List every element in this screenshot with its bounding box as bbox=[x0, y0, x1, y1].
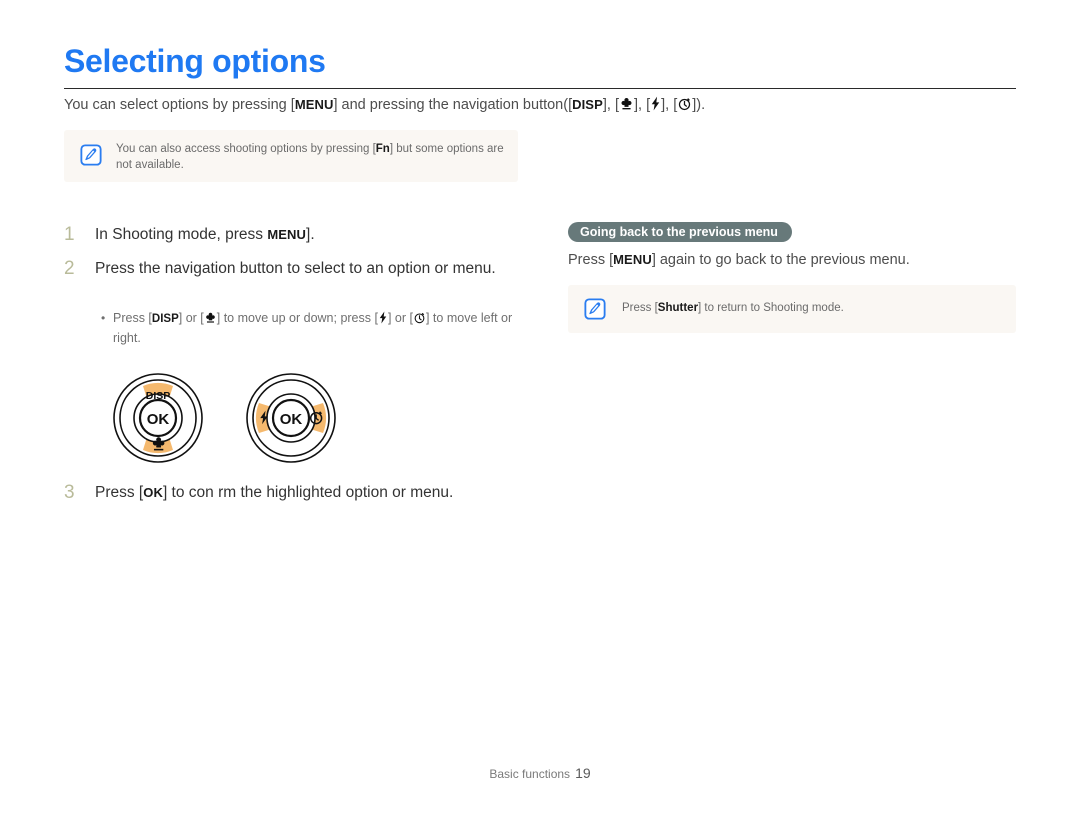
macro-flower-icon bbox=[204, 311, 217, 324]
svg-text:DISP: DISP bbox=[146, 390, 171, 402]
page-footer: Basic functions 19 bbox=[0, 765, 1080, 781]
intro-text-6: ]). bbox=[692, 97, 706, 113]
manual-page: Selecting options You can select options… bbox=[0, 0, 1080, 815]
timer-icon bbox=[677, 96, 692, 111]
right-text-2: ] again to go back to the previous menu. bbox=[651, 252, 910, 268]
intro-text-4: ], [ bbox=[633, 97, 651, 113]
fn-key-label: Fn bbox=[375, 143, 390, 155]
ok-key-label: OK bbox=[143, 485, 163, 500]
flash-icon bbox=[378, 311, 388, 324]
bullet-text-1: Press [ bbox=[113, 311, 152, 325]
step-2-text: Press the navigation button to select to… bbox=[95, 260, 496, 277]
macro-flower-icon bbox=[619, 96, 634, 111]
note2-text-2: ] to return to Shooting mode. bbox=[698, 302, 844, 314]
bullet-text-4: ] or [ bbox=[387, 311, 413, 325]
note-pen-icon bbox=[80, 144, 102, 166]
menu-key-label: MENU bbox=[267, 227, 307, 242]
intro-text-5: ], [ bbox=[661, 97, 678, 113]
horizontal-navigation-dial: OK bbox=[245, 372, 337, 464]
section-pill-going-back: Going back to the previous menu bbox=[568, 222, 792, 242]
step-2-number: 2 bbox=[64, 258, 75, 279]
vertical-navigation-dial: OK DISP bbox=[112, 372, 204, 464]
step-1-text: In Shooting mode, press MENU]. bbox=[95, 222, 525, 248]
disp-key-label: DISP bbox=[572, 97, 603, 112]
intro-paragraph: You can select options by pressing [MENU… bbox=[64, 95, 1016, 115]
flash-icon bbox=[650, 96, 661, 111]
bullet-marker: • bbox=[101, 311, 106, 325]
note-text: Press [Shutter] to return to Shooting mo… bbox=[622, 300, 1002, 316]
right-text-1: Press [ bbox=[568, 252, 614, 268]
title-divider bbox=[64, 88, 1016, 89]
footer-page-number: 19 bbox=[575, 765, 591, 781]
note1-text-1: You can also access shooting options by … bbox=[116, 143, 376, 155]
step-1-number: 1 bbox=[64, 224, 75, 245]
step1-text-before: In Shooting mode, press bbox=[95, 226, 268, 243]
footer-section-label: Basic functions bbox=[489, 767, 571, 781]
step1-text-after: ]. bbox=[306, 226, 315, 243]
svg-text:OK: OK bbox=[147, 411, 170, 428]
step3-text-after: ] to con rm the highlighted option or me… bbox=[162, 484, 454, 501]
note-box-shooting-options: You can also access shooting options by … bbox=[64, 130, 518, 182]
step-3-text: Press [OK] to con rm the highlighted opt… bbox=[95, 480, 535, 506]
note2-text-1: Press [ bbox=[622, 302, 658, 314]
bullet-text-2: ] or [ bbox=[178, 311, 204, 325]
intro-text-3: ], [ bbox=[602, 97, 619, 113]
timer-icon bbox=[413, 311, 426, 324]
disp-key-label: DISP bbox=[151, 313, 179, 325]
page-title: Selecting options bbox=[64, 43, 326, 79]
step-2-bullet: • Press [DISP] or [] to move up or down; … bbox=[101, 309, 523, 348]
note-box-shutter: Press [Shutter] to return to Shooting mo… bbox=[568, 285, 1016, 333]
menu-key-label: MENU bbox=[294, 97, 334, 112]
menu-key-label: MENU bbox=[613, 252, 652, 267]
intro-text-1: You can select options by pressing [ bbox=[64, 97, 295, 113]
intro-text-2: ] and pressing the navigation button([ bbox=[333, 97, 573, 113]
step3-text-before: Press [ bbox=[95, 484, 144, 501]
bullet-text-3: ] to move up or down; press [ bbox=[216, 311, 378, 325]
svg-text:OK: OK bbox=[280, 411, 303, 428]
going-back-paragraph: Press [MENU] again to go back to the pre… bbox=[568, 249, 1016, 271]
step-3-number: 3 bbox=[64, 482, 75, 503]
shutter-key-label: Shutter bbox=[657, 302, 699, 314]
note-pen-icon bbox=[584, 298, 606, 320]
note-text: You can also access shooting options by … bbox=[116, 141, 508, 173]
